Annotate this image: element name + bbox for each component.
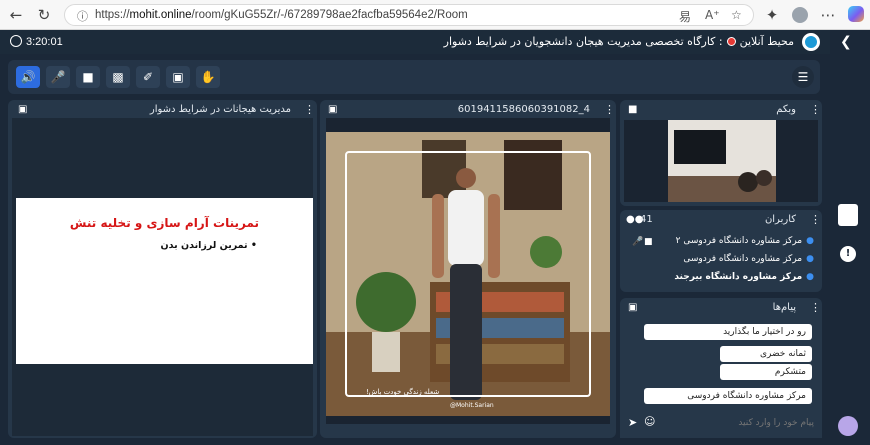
panel-options-icon[interactable]: ⋮ [810,213,821,226]
screen-share-button[interactable]: ▩ [106,66,130,88]
video-player[interactable]: شعله زندگی خودت باش! @Mohit.Sarian [326,118,610,424]
video-title: 6019411586060391082_4 [457,104,590,115]
reload-icon[interactable]: ↻ [34,5,54,25]
slide-bullet: • تمرین لرزاندن بدن [160,240,257,251]
video-frame: شعله زندگی خودت باش! @Mohit.Sarian [326,132,610,416]
video-panel: ⋮ 6019411586060391082_4 ▣ شعله زندگی خود… [320,100,616,438]
more-menu-icon[interactable]: ⋯ [818,5,838,25]
microphone-icon: 🎤 [632,237,644,247]
panel-options-icon[interactable]: ⋮ [604,103,615,116]
files-button[interactable]: ▣ [166,66,190,88]
room-header: 3:20:01 محیط آنلاین: کارگاه تخصصی مدیریت… [0,30,830,54]
camera-off-button[interactable]: ■ [76,66,100,88]
users-title: کاربران [764,214,796,225]
webcam-viewport [624,120,818,202]
translate-icon[interactable]: 易 [679,8,691,25]
chat-message: متشکرم [720,364,812,380]
copilot-icon[interactable] [848,6,864,22]
right-rail: ! [830,54,870,445]
video-scene-image [326,132,610,416]
messages-panel: ⋮ پیام‌ها ▣ رو در اختیار ما بگذارید ثمان… [620,298,822,438]
slide: تمرینات آرام سازی و تخلیه تنش • تمرین لر… [16,198,313,364]
whiteboard-brush-button[interactable]: ✐ [136,66,160,88]
camera-icon: ■ [644,237,653,247]
participant-item[interactable]: ●مرکز مشاوره دانشگاه بیرجند [674,272,814,282]
presentation-title: مدیریت هیجانات در شرایط دشوار [149,104,291,115]
chat-message: ثمانه خضری [720,346,812,362]
back-icon[interactable]: ← [6,5,26,25]
send-icon[interactable]: ➤ [628,416,637,429]
webcam-panel: ⋮ وبکم ■ [620,100,822,206]
address-bar[interactable]: ⓘ https://mohit.online/room/gKuG55Zr/-/6… [64,4,754,26]
user-icon: ● [806,272,814,282]
room-thumbnail-icon[interactable] [838,204,858,226]
url-text: https://mohit.online/room/gKuG55Zr/-/672… [95,9,468,21]
logo [802,33,820,51]
chat-message: رو در اختیار ما بگذارید [644,324,812,340]
room-toolbar: 🔊 🎤 ■ ▩ ✐ ▣ ✋ ☰ [8,60,820,94]
read-aloud-icon[interactable]: A⁺ [705,8,720,22]
user-count: 41 [640,214,653,225]
message-input[interactable] [662,413,814,433]
favorites-icon[interactable]: ✦ [762,5,782,25]
webcam-title: وبکم [776,104,796,115]
panel-options-icon[interactable]: ⋮ [810,301,821,314]
camera-icon: ■ [628,104,638,115]
chat-icon: ▣ [628,302,638,313]
chat-message: مرکز مشاوره دانشگاه فردوسی [644,388,812,404]
panel-options-icon[interactable]: ⋮ [810,103,821,116]
video-overlay-handle: @Mohit.Sarian [450,402,494,409]
slide-title: تمرینات آرام سازی و تخلیه تنش [69,216,259,230]
user-icon: ● [806,236,814,246]
site-info-icon[interactable]: ⓘ [77,8,88,24]
info-icon[interactable]: ! [840,246,856,262]
webcam-video-image [668,120,776,202]
session-timer: 3:20:01 [10,35,63,48]
live-indicator-icon [726,37,736,46]
assistant-avatar-icon[interactable] [838,416,858,436]
document-icon: ▣ [18,104,28,115]
presentation-panel: ⋮ مدیریت هیجانات در شرایط دشوار ▣ تمرینا… [8,100,317,438]
profile-avatar-icon[interactable] [792,7,808,23]
speaker-button[interactable]: 🔊 [16,66,40,88]
user-icon: ● [806,254,814,264]
slide-viewer: تمرینات آرام سازی و تخلیه تنش • تمرین لر… [12,118,313,436]
chevron-left-icon[interactable]: ❮ [840,34,852,50]
microphone-off-button[interactable]: 🎤 [46,66,70,88]
room-title: محیط آنلاین: کارگاه تخصصی مدیریت هیجان د… [443,35,794,48]
participant-item[interactable]: ●مرکز مشاوره دانشگاه فردوسی [683,254,814,264]
favorite-star-icon[interactable]: ☆ [731,8,742,22]
hamburger-menu-button[interactable]: ☰ [792,66,814,88]
message-composer: ➤ ☺ [620,408,822,438]
raise-hand-button[interactable]: ✋ [196,66,220,88]
panel-options-icon[interactable]: ⋮ [304,103,315,116]
document-icon: ▣ [328,104,338,115]
participant-item[interactable]: ●مرکز مشاوره دانشگاه فردوسی ۲ [676,236,814,246]
video-overlay-caption: شعله زندگی خودت باش! [366,388,440,396]
messages-title: پیام‌ها [772,302,796,313]
users-panel: ⋮ کاربران ● ● 41 ●مرکز مشاوره دانشگاه فرد… [620,210,822,292]
emoji-icon[interactable]: ☺ [644,415,655,428]
browser-toolbar: ← ↻ ⓘ https://mohit.online/room/gKuG55Zr… [0,0,870,30]
clock-icon [10,35,22,47]
